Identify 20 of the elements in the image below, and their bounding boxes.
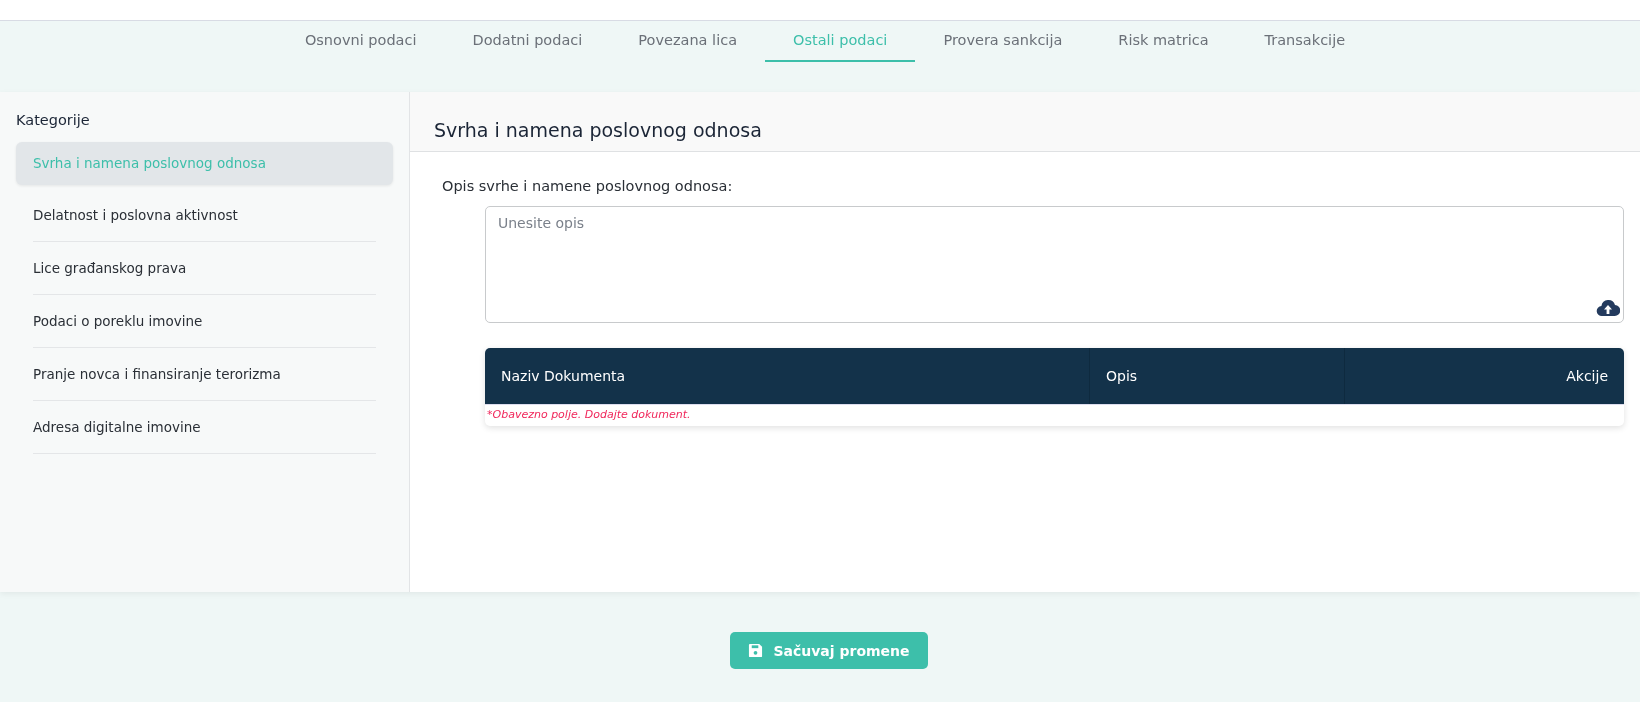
category-item[interactable]: Delatnost i poslovna aktivnost [33,189,376,242]
category-item[interactable]: Lice građanskog prava [33,242,376,295]
tab[interactable]: Osnovni podaci [276,21,445,62]
category-item[interactable]: Adresa digitalne imovine [33,401,376,454]
tab[interactable]: Risk matrica [1090,21,1237,62]
tab[interactable]: Povezana lica [610,21,766,62]
field-label: Opis svrhe i namene poslovnog odnosa: [442,178,734,194]
tab[interactable]: Dodatni podaci [444,21,611,62]
tab[interactable]: Transakcije [1236,21,1374,62]
tab[interactable]: Provera sankcija [915,21,1091,62]
column-header: Opis [1090,348,1345,404]
category-item[interactable]: Podaci o poreklu imovine [33,295,376,348]
sidebar-title: Kategorije [16,112,91,128]
column-header: Akcije [1565,367,1609,386]
column-header: Naziv Dokumenta [485,348,1090,404]
section-title: Svrha i namena poslovnog odnosa [434,119,762,141]
description-field[interactable]: Unesite opis [485,206,1624,323]
category-item[interactable]: Pranje novca i finansiranje terorizma [33,348,376,401]
error-message: *Obavezno polje. Dodajte dokument. [485,404,1624,426]
cloud-upload-icon[interactable] [1596,299,1620,317]
